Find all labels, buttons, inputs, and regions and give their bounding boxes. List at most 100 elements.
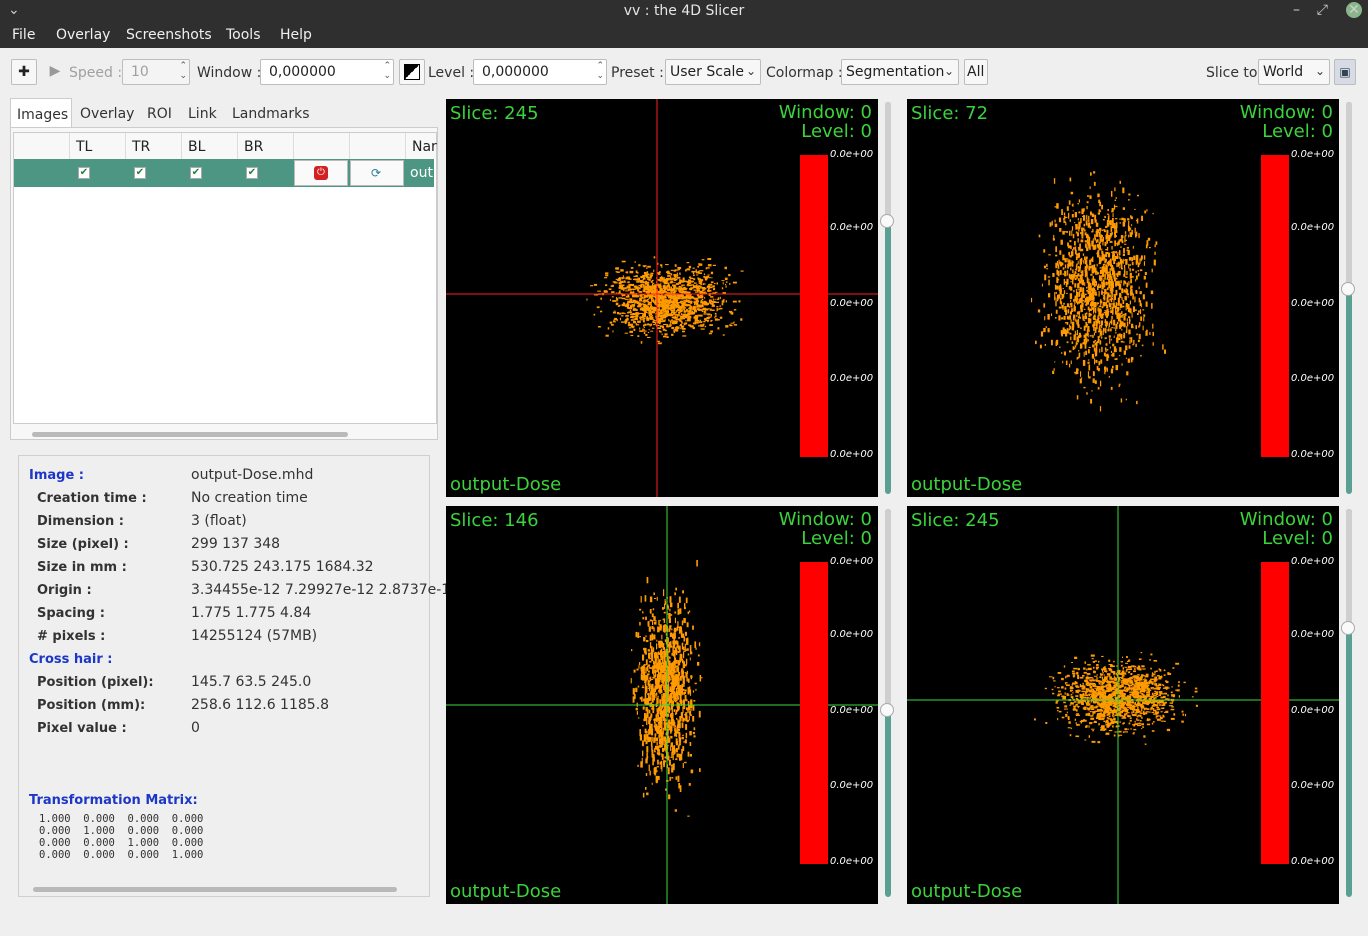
tab-images[interactable]: Images: [10, 98, 72, 128]
dose-voxel: [698, 642, 701, 647]
checkbox-tl[interactable]: ✔: [78, 167, 90, 179]
slider-handle[interactable]: [880, 214, 894, 228]
all-button[interactable]: All: [964, 59, 988, 85]
maximize-button[interactable]: ⤢: [1317, 2, 1328, 18]
menu-file[interactable]: File: [12, 27, 35, 43]
tab-overlay[interactable]: Overlay: [80, 98, 134, 128]
dose-voxel: [1150, 667, 1152, 670]
dose-voxel: [1098, 310, 1101, 316]
speed-spin-arrows[interactable]: ⌃ ⌄: [179, 61, 187, 81]
dose-voxel: [1163, 720, 1166, 722]
slice-to-dropdown[interactable]: World ⌄: [1258, 59, 1330, 85]
dose-voxel: [692, 705, 695, 711]
menu-help[interactable]: Help: [280, 27, 312, 43]
slider-handle[interactable]: [880, 703, 894, 717]
menu-overlay[interactable]: Overlay: [56, 27, 110, 43]
checkbox-br[interactable]: ✔: [246, 167, 258, 179]
preset-dropdown[interactable]: User Scale ⌄: [665, 59, 761, 85]
tab-link[interactable]: Link: [188, 98, 217, 128]
colormap-dropdown[interactable]: Segmentation ⌄: [841, 59, 959, 85]
dose-voxel: [1128, 345, 1131, 349]
dose-voxel: [1054, 206, 1057, 208]
window-spinbox[interactable]: 0,000000 ⌃ ⌄: [260, 59, 394, 85]
menu-tools[interactable]: Tools: [226, 27, 261, 43]
dose-voxel: [658, 689, 661, 693]
speed-spinbox[interactable]: 10 ⌃ ⌄: [122, 59, 190, 85]
dose-voxel: [1048, 279, 1050, 286]
table-row[interactable]: ✔ ✔ ✔ ✔ ⏻ ⟳ out: [14, 159, 434, 187]
dose-voxel: [1109, 288, 1112, 292]
close-image-button[interactable]: ⏻: [294, 160, 348, 186]
dose-voxel: [1072, 696, 1074, 700]
close-button[interactable]: ✕: [1346, 2, 1362, 18]
dose-voxel: [1072, 279, 1074, 285]
dose-voxel: [1082, 315, 1085, 321]
viewer-top-right[interactable]: Slice: 72 Window: 0 Level: 0 0.0e+00 0.0e…: [907, 99, 1339, 497]
table-header-bl[interactable]: BL: [182, 133, 238, 159]
dose-voxel: [1063, 231, 1067, 233]
chevron-down-icon: ⌄: [943, 64, 954, 78]
dose-voxel: [698, 263, 701, 265]
dose-voxel: [652, 670, 654, 674]
dose-voxel: [661, 634, 663, 640]
level-spinbox[interactable]: 0,000000 ⌃ ⌄: [473, 59, 607, 85]
dose-voxel: [1132, 245, 1134, 249]
slider-handle[interactable]: [1341, 282, 1355, 296]
dose-voxel: [1137, 339, 1140, 343]
menu-screenshots[interactable]: Screenshots: [126, 27, 212, 43]
dose-voxel: [1087, 371, 1089, 378]
dose-voxel: [654, 598, 657, 599]
dose-voxel: [670, 286, 672, 289]
colorbar-tick: 0.0e+00: [830, 149, 874, 160]
reload-icon: ⟳: [371, 166, 382, 180]
dose-voxel: [656, 680, 658, 688]
dose-voxel: [1088, 283, 1090, 289]
dose-voxel: [656, 737, 658, 742]
horizontal-scrollbar[interactable]: [33, 887, 397, 892]
viewer-top-left[interactable]: Slice: 245 Window: 0 Level: 0 0.0e+00 0.0…: [446, 99, 878, 497]
horizontal-scrollbar[interactable]: [32, 432, 348, 437]
dose-voxel: [658, 644, 661, 649]
slice-slider-top-right[interactable]: [1341, 102, 1355, 494]
table-header-name[interactable]: Nar: [406, 133, 437, 159]
dose-voxel: [663, 611, 666, 614]
table-header-tr[interactable]: TR: [126, 133, 182, 159]
dose-voxel: [1074, 246, 1077, 251]
crosshair-tool-button[interactable]: ✚: [11, 59, 37, 85]
dose-voxel: [672, 694, 675, 698]
reload-image-button[interactable]: ⟳: [350, 160, 404, 186]
dose-voxel: [637, 335, 640, 337]
viewer-bottom-right[interactable]: Slice: 245 Window: 0 Level: 0 0.0e+00 0.0…: [907, 506, 1339, 904]
checkbox-tr[interactable]: ✔: [134, 167, 146, 179]
dose-voxel: [1146, 209, 1148, 212]
table-header-br[interactable]: BR: [238, 133, 294, 159]
dose-voxel: [671, 326, 675, 330]
table-header-tl[interactable]: TL: [70, 133, 126, 159]
image-name-label: output-Dose: [450, 474, 562, 495]
dose-voxel: [1103, 278, 1106, 280]
dose-voxel: [1119, 180, 1121, 184]
dose-voxel: [1137, 708, 1140, 711]
checkbox-bl[interactable]: ✔: [190, 167, 202, 179]
window-spin-arrows[interactable]: ⌃ ⌄: [383, 61, 391, 81]
dose-voxel: [668, 299, 672, 302]
info-value: 3 (float): [191, 513, 247, 529]
dose-voxel: [1143, 735, 1146, 738]
dose-voxel: [1126, 318, 1128, 322]
tab-landmarks[interactable]: Landmarks: [232, 98, 310, 128]
viewer-bottom-left[interactable]: Slice: 146 Window: 0 Level: 0 0.0e+00 0.0…: [446, 506, 878, 904]
auto-window-level-button[interactable]: [399, 59, 425, 85]
dose-voxel: [721, 300, 725, 303]
dose-voxel: [682, 746, 685, 751]
dose-voxel: [665, 304, 667, 306]
dose-voxel: [699, 270, 704, 272]
slice-slider-bottom-left[interactable]: [880, 509, 894, 897]
tab-roi[interactable]: ROI: [147, 98, 172, 128]
dose-voxel: [660, 688, 663, 693]
minimize-button[interactable]: –: [1293, 2, 1300, 18]
screenshot-button[interactable]: ▣: [1334, 59, 1356, 85]
play-button[interactable]: ▶: [42, 59, 68, 85]
dose-voxel: [1100, 359, 1103, 364]
level-spin-arrows[interactable]: ⌃ ⌄: [596, 61, 604, 81]
slice-slider-top-left[interactable]: [880, 102, 894, 494]
